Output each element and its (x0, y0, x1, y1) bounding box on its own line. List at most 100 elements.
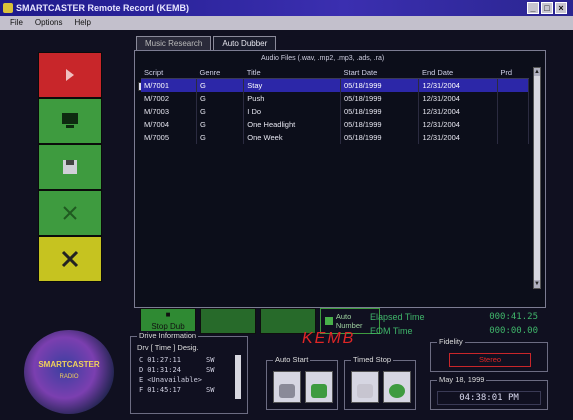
record-button[interactable] (38, 52, 102, 98)
list-scrollbar[interactable]: ▲ ▼ (533, 67, 541, 289)
dubber-panel: Audio Files (.wav, .mp2, .mp3, .ads, .ra… (134, 50, 546, 308)
minimize-button[interactable]: _ (527, 2, 539, 14)
timers: Elapsed Time 000:41.25 EOM Time 000:00.0… (370, 312, 538, 340)
auto-number-icon (325, 317, 333, 325)
table-cell-prd (497, 91, 530, 105)
timed-stop-button-1[interactable] (351, 371, 379, 403)
drive-cell-drive: C (139, 356, 144, 364)
computer-button[interactable] (38, 98, 102, 144)
column-header[interactable]: Title (243, 67, 341, 79)
drive-info-table: C 01:27:11 SW D 01:31:24 SW E <Unavailable> F 01:… (137, 355, 216, 395)
table-cell-script: M/7005 (141, 130, 197, 144)
table-cell-title: One Headlight (243, 117, 342, 131)
timed-stop-group: Timed Stop (344, 355, 416, 410)
clock-time: 04:38:01 PM (437, 391, 541, 405)
table-row[interactable]: M/7004 G One Headlight 05/18/1999 12/31/2004 (141, 117, 530, 131)
drive-info-header: Drv [ Time ] Desig. (137, 343, 199, 352)
station-call-letters: KEMB (302, 330, 356, 347)
clock-group: May 18, 1999 04:38:01 PM (430, 375, 548, 410)
drive-info-scrollbar[interactable] (235, 355, 241, 399)
column-header[interactable]: Start Date (340, 67, 419, 79)
eom-value: 000:00.00 (489, 326, 538, 336)
auto-start-button-1[interactable] (273, 371, 301, 403)
menu-options[interactable]: Options (35, 16, 63, 30)
table-cell-genre: G (196, 130, 245, 144)
table-cell-start: 05/18/1999 (340, 117, 420, 131)
file-types-label: Audio Files (.wav, .mp2, .mp3, .ads, .ra… (261, 55, 385, 62)
menu-file[interactable]: File (10, 16, 23, 30)
drive-cell-desig: SW (206, 366, 215, 374)
drive-info-legend: Drive Information (137, 331, 199, 340)
table-cell-genre: G (196, 78, 245, 92)
disk-icon (63, 160, 77, 174)
table-row[interactable]: M/7002 G Push 05/18/1999 12/31/2004 (141, 91, 530, 105)
drive-row[interactable]: C 01:27:11 SW (137, 355, 216, 365)
timed-stop-button-2[interactable] (383, 371, 411, 403)
auto-start-group: Auto Start (266, 355, 338, 410)
drive-cell-time: <Unavailable> (147, 376, 203, 384)
drive-cell-drive: F (139, 386, 144, 394)
drive-cell-time: 01:27:11 (147, 356, 181, 364)
song-list: Script Genre Title Start Date End Date P… (141, 67, 530, 144)
table-row[interactable]: M/7001 G Stay 05/18/1999 12/31/2004 (141, 78, 530, 92)
maximize-button[interactable]: □ (541, 2, 553, 14)
drive-cell-time: 01:45:17 (147, 386, 181, 394)
close-icon (61, 250, 79, 268)
exit-button[interactable] (38, 236, 102, 282)
cut-icon (63, 206, 77, 220)
main-area: Music Research Auto Dubber Audio Files (… (0, 30, 573, 420)
column-header[interactable]: End Date (418, 67, 498, 79)
column-header[interactable]: Genre (196, 67, 244, 79)
drive-info-group: Drive Information Drv [ Time ] Desig. C0… (130, 331, 248, 414)
table-cell-genre: G (196, 104, 245, 118)
table-cell-script: M/7003 (141, 104, 197, 118)
fidelity-legend: Fidelity (437, 337, 465, 346)
disk-button[interactable] (38, 144, 102, 190)
column-header[interactable]: Prd (497, 67, 529, 79)
logo-title: SMARTCASTER (38, 360, 100, 369)
table-row[interactable]: M/7003 G I Do 05/18/1999 12/31/2004 (141, 104, 530, 118)
menu-help[interactable]: Help (74, 16, 90, 30)
drive-row[interactable]: F 01:45:17 SW (137, 385, 216, 395)
table-cell-genre: G (196, 117, 245, 131)
table-cell-prd (497, 78, 530, 92)
drive-cell-drive: D (139, 366, 144, 374)
table-cell-title: Stay (243, 78, 342, 92)
drive-cell-time: 01:31:24 (147, 366, 181, 374)
scroll-up-icon[interactable]: ▲ (534, 68, 540, 76)
table-cell-script: M/7002 (141, 91, 197, 105)
table-cell-start: 05/18/1999 (340, 78, 420, 92)
eom-label: EOM Time (370, 326, 413, 336)
cut-button[interactable] (38, 190, 102, 236)
table-cell-start: 05/18/1999 (340, 104, 420, 118)
tab-music-research[interactable]: Music Research (136, 36, 212, 50)
table-cell-title: I Do (243, 104, 342, 118)
drive-row[interactable]: D 01:31:24 SW (137, 365, 216, 375)
column-header[interactable]: Script (141, 67, 197, 79)
auto-start-button-2[interactable] (305, 371, 333, 403)
clock-icon (311, 384, 327, 398)
fidelity-value[interactable]: Stereo (449, 353, 531, 367)
blank-button-1[interactable] (200, 308, 256, 334)
drive-cell-desig: SW (206, 386, 215, 394)
stopwatch-icon (357, 384, 373, 398)
close-button[interactable]: × (555, 2, 567, 14)
scroll-down-icon[interactable]: ▼ (534, 280, 540, 288)
tab-auto-dubber[interactable]: Auto Dubber (213, 36, 277, 50)
elapsed-label: Elapsed Time (370, 312, 425, 322)
sidebar (38, 52, 102, 290)
drive-cell-desig: SW (206, 356, 215, 364)
table-row[interactable]: M/7005 G One Week 05/18/1999 12/31/2004 (141, 130, 530, 144)
table-cell-start: 05/18/1999 (340, 91, 420, 105)
table-cell-script: M/7001 (141, 78, 197, 92)
tab-strip: Music Research Auto Dubber (136, 36, 277, 50)
table-cell-end: 12/31/2004 (418, 117, 498, 131)
stop-icon: ■ (165, 310, 171, 319)
table-cell-script: M/7004 (141, 117, 197, 131)
fidelity-group: Fidelity Stereo (430, 337, 548, 372)
table-cell-end: 12/31/2004 (418, 91, 498, 105)
table-cell-genre: G (196, 91, 245, 105)
drive-row[interactable]: E <Unavailable> (137, 375, 216, 385)
logo-subtitle: RADIO (59, 374, 79, 380)
window-controls: _ □ × (527, 2, 567, 14)
